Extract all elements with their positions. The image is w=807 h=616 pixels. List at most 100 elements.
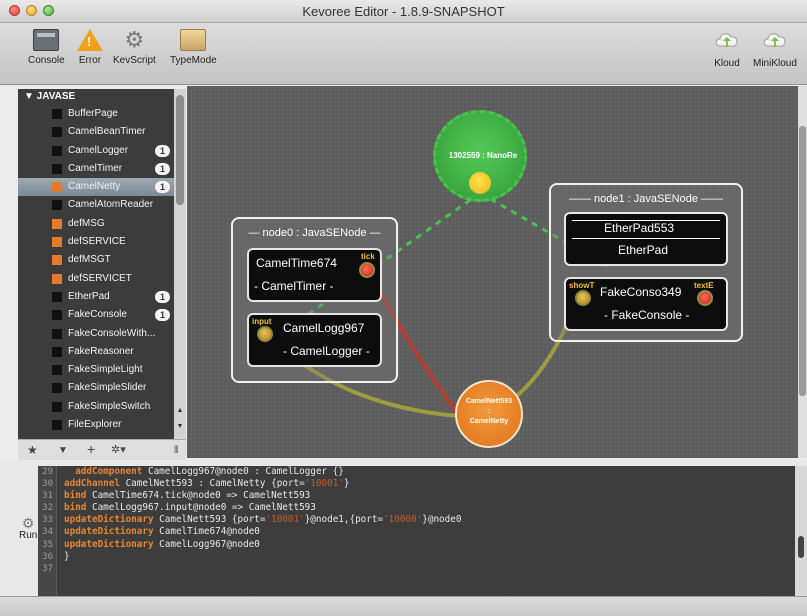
component-name: CamelTime674 xyxy=(256,256,337,270)
code-line[interactable]: } xyxy=(57,551,795,563)
sidebar-item[interactable]: CamelNetty 1 xyxy=(18,178,174,197)
toolbar: Console Error ⚙ KevScript TypeMode Kloud xyxy=(0,23,807,85)
code-string: '10000' xyxy=(383,514,423,526)
editor-scroll-thumb[interactable] xyxy=(798,536,804,558)
sidebar-item-label: FakeSimpleLight xyxy=(68,364,143,376)
code-line[interactable]: updateDictionary CamelTime674@node0 xyxy=(57,526,795,538)
sidebar-item-label: CamelBeanTimer xyxy=(68,126,146,138)
run-button[interactable]: ⚙ Run xyxy=(19,516,37,541)
sidebar-item[interactable]: FakeSimpleLight xyxy=(18,361,174,379)
nano-channel[interactable]: 1302559 : NanoRe xyxy=(433,110,527,202)
showt-port[interactable] xyxy=(575,290,591,306)
component-type-icon xyxy=(52,273,62,284)
error-button[interactable]: Error xyxy=(77,29,103,66)
canvas-scroll-thumb[interactable] xyxy=(799,126,806,396)
code-line[interactable]: updateDictionary CamelLogg967@node0 xyxy=(57,539,795,551)
component-type: EtherPad xyxy=(618,243,669,257)
netty-channel-separator: : xyxy=(487,408,491,415)
line-number: 32 xyxy=(42,503,53,514)
add-button[interactable]: + xyxy=(87,441,95,457)
code-text: CamelLogg967@node0 : CamelLogger {} xyxy=(142,466,344,477)
filter-icon[interactable]: ▼ xyxy=(58,445,68,456)
component-type-icon xyxy=(52,383,62,394)
sidebar-scrollbar[interactable]: ▲ ▼ xyxy=(174,89,186,439)
sidebar-item-label: defSERVICET xyxy=(68,272,132,284)
code-line[interactable]: addChannel CamelNett593 : CamelNetty {po… xyxy=(57,478,795,490)
code-keyword: bind xyxy=(64,502,87,514)
node0-title: — node0 : JavaSENode — xyxy=(248,227,381,239)
sidebar-item[interactable]: CamelTimer 1 xyxy=(18,160,174,178)
node1-title: —— node1 : JavaSENode —— xyxy=(568,193,724,205)
gear-icon: ⚙ xyxy=(124,27,145,52)
component-type-icon xyxy=(52,109,62,119)
code-line[interactable]: bind CamelLogg967.input@node0 => CamelNe… xyxy=(57,502,795,514)
kloud-button[interactable]: Kloud xyxy=(714,29,740,69)
code-text: CamelLogg967@node0 xyxy=(153,538,260,550)
sidebar-item[interactable]: CamelLogger 1 xyxy=(18,142,174,160)
sidebar-item[interactable]: CamelAtomReader xyxy=(18,196,174,214)
component-library-sidebar: ▼ JAVASE BufferPage CamelBeanTimer CamelLo… xyxy=(18,89,174,439)
editor-scrollbar[interactable] xyxy=(795,466,807,596)
box-icon xyxy=(180,29,207,51)
sidebar-scroll-thumb[interactable] xyxy=(176,95,184,205)
sidebar-item[interactable]: FileExplorer xyxy=(18,416,174,434)
code-text: CamelTime674@node0 xyxy=(153,526,260,538)
code-line[interactable] xyxy=(57,563,795,575)
camel-logger-component[interactable]: input CamelLogg967 - CamelLogger - xyxy=(247,313,382,367)
library-group-header[interactable]: ▼ JAVASE xyxy=(18,89,174,105)
etherpad-component[interactable]: EtherPad553 EtherPad xyxy=(564,212,728,266)
code-keyword: updateDictionary xyxy=(64,514,154,526)
line-number: 34 xyxy=(42,527,53,538)
sidebar-item[interactable]: CamelBeanTimer xyxy=(18,123,174,141)
code-line[interactable]: addComponent CamelLogg967@node0 : CamelL… xyxy=(57,466,795,478)
component-type-icon xyxy=(52,365,62,376)
channel-port-dot[interactable] xyxy=(469,172,491,194)
code-text: } xyxy=(343,478,350,490)
sidebar-item[interactable]: FakeSimpleSwitch xyxy=(18,398,174,416)
typemode-button[interactable]: TypeMode xyxy=(170,29,217,66)
sidebar-item[interactable]: FakeReasoner xyxy=(18,343,174,361)
component-type-icon xyxy=(52,218,62,229)
node0-frame[interactable]: — node0 : JavaSENode — CamelTime674 - Ca… xyxy=(231,217,398,383)
code-line[interactable]: bind CamelTime674.tick@node0 => CamelNet… xyxy=(57,490,795,502)
code-line[interactable]: updateDictionary CamelNett593 {port='100… xyxy=(57,514,795,526)
sidebar-item[interactable]: FakeConsole 1 xyxy=(18,306,174,324)
component-name: FakeConso349 xyxy=(600,285,682,299)
component-type: - FakeConsole - xyxy=(604,308,690,322)
sidebar-item-label: BufferPage xyxy=(68,108,118,119)
sidebar-item[interactable]: defMSG xyxy=(18,215,174,233)
sidebar-item[interactable]: defMSGT xyxy=(18,251,174,269)
sidebar-item[interactable]: defSERVICET xyxy=(18,270,174,288)
scroll-down-arrow[interactable]: ▼ xyxy=(175,423,185,430)
component-type: - CamelTimer - xyxy=(254,279,334,293)
input-port[interactable] xyxy=(257,326,273,342)
console-button[interactable]: Console xyxy=(28,29,65,66)
component-type-icon xyxy=(52,145,62,156)
sidebar-item[interactable]: defSERVICE xyxy=(18,233,174,251)
favorite-star-icon[interactable]: ★ xyxy=(27,443,38,457)
title-bar: Kevoree Editor - 1.8.9-SNAPSHOT xyxy=(0,0,807,23)
console-icon xyxy=(33,29,60,51)
camel-netty-channel[interactable]: CamelNett593 : CamelNetty xyxy=(455,380,523,448)
instance-count-badge: 1 xyxy=(155,309,170,322)
resize-handle-icon[interactable]: ⦀ xyxy=(174,445,178,456)
tick-port[interactable] xyxy=(359,262,375,278)
component-type-icon xyxy=(52,420,62,431)
settings-dropdown-icon[interactable]: ✲▾ xyxy=(111,443,126,456)
sidebar-item[interactable]: FakeConsoleWith... xyxy=(18,325,174,343)
kevscript-button[interactable]: ⚙ KevScript xyxy=(113,27,156,67)
sidebar-item[interactable]: FakeSimpleSlider xyxy=(18,379,174,397)
sidebar-item[interactable]: BufferPage xyxy=(18,105,174,123)
camel-timer-component[interactable]: CamelTime674 - CamelTimer - tick xyxy=(247,248,382,302)
texte-port[interactable] xyxy=(697,290,713,306)
sidebar-item[interactable]: EtherPad 1 xyxy=(18,288,174,306)
node1-frame[interactable]: —— node1 : JavaSENode —— EtherPad553 Eth… xyxy=(549,183,743,342)
typemode-label: TypeMode xyxy=(170,55,217,66)
model-canvas[interactable]: 1302559 : NanoRe — node0 : JavaSENode — … xyxy=(187,86,798,458)
fake-console-component[interactable]: showT FakeConso349 textE - FakeConsole - xyxy=(564,277,728,331)
scroll-up-arrow[interactable]: ▲ xyxy=(175,407,185,414)
kevscript-editor[interactable]: addComponent CamelLogg967@node0 : CamelL… xyxy=(57,466,795,596)
code-string: '10001' xyxy=(304,478,344,490)
canvas-scrollbar[interactable] xyxy=(798,86,807,458)
minikloud-button[interactable]: MiniKloud xyxy=(753,29,797,69)
